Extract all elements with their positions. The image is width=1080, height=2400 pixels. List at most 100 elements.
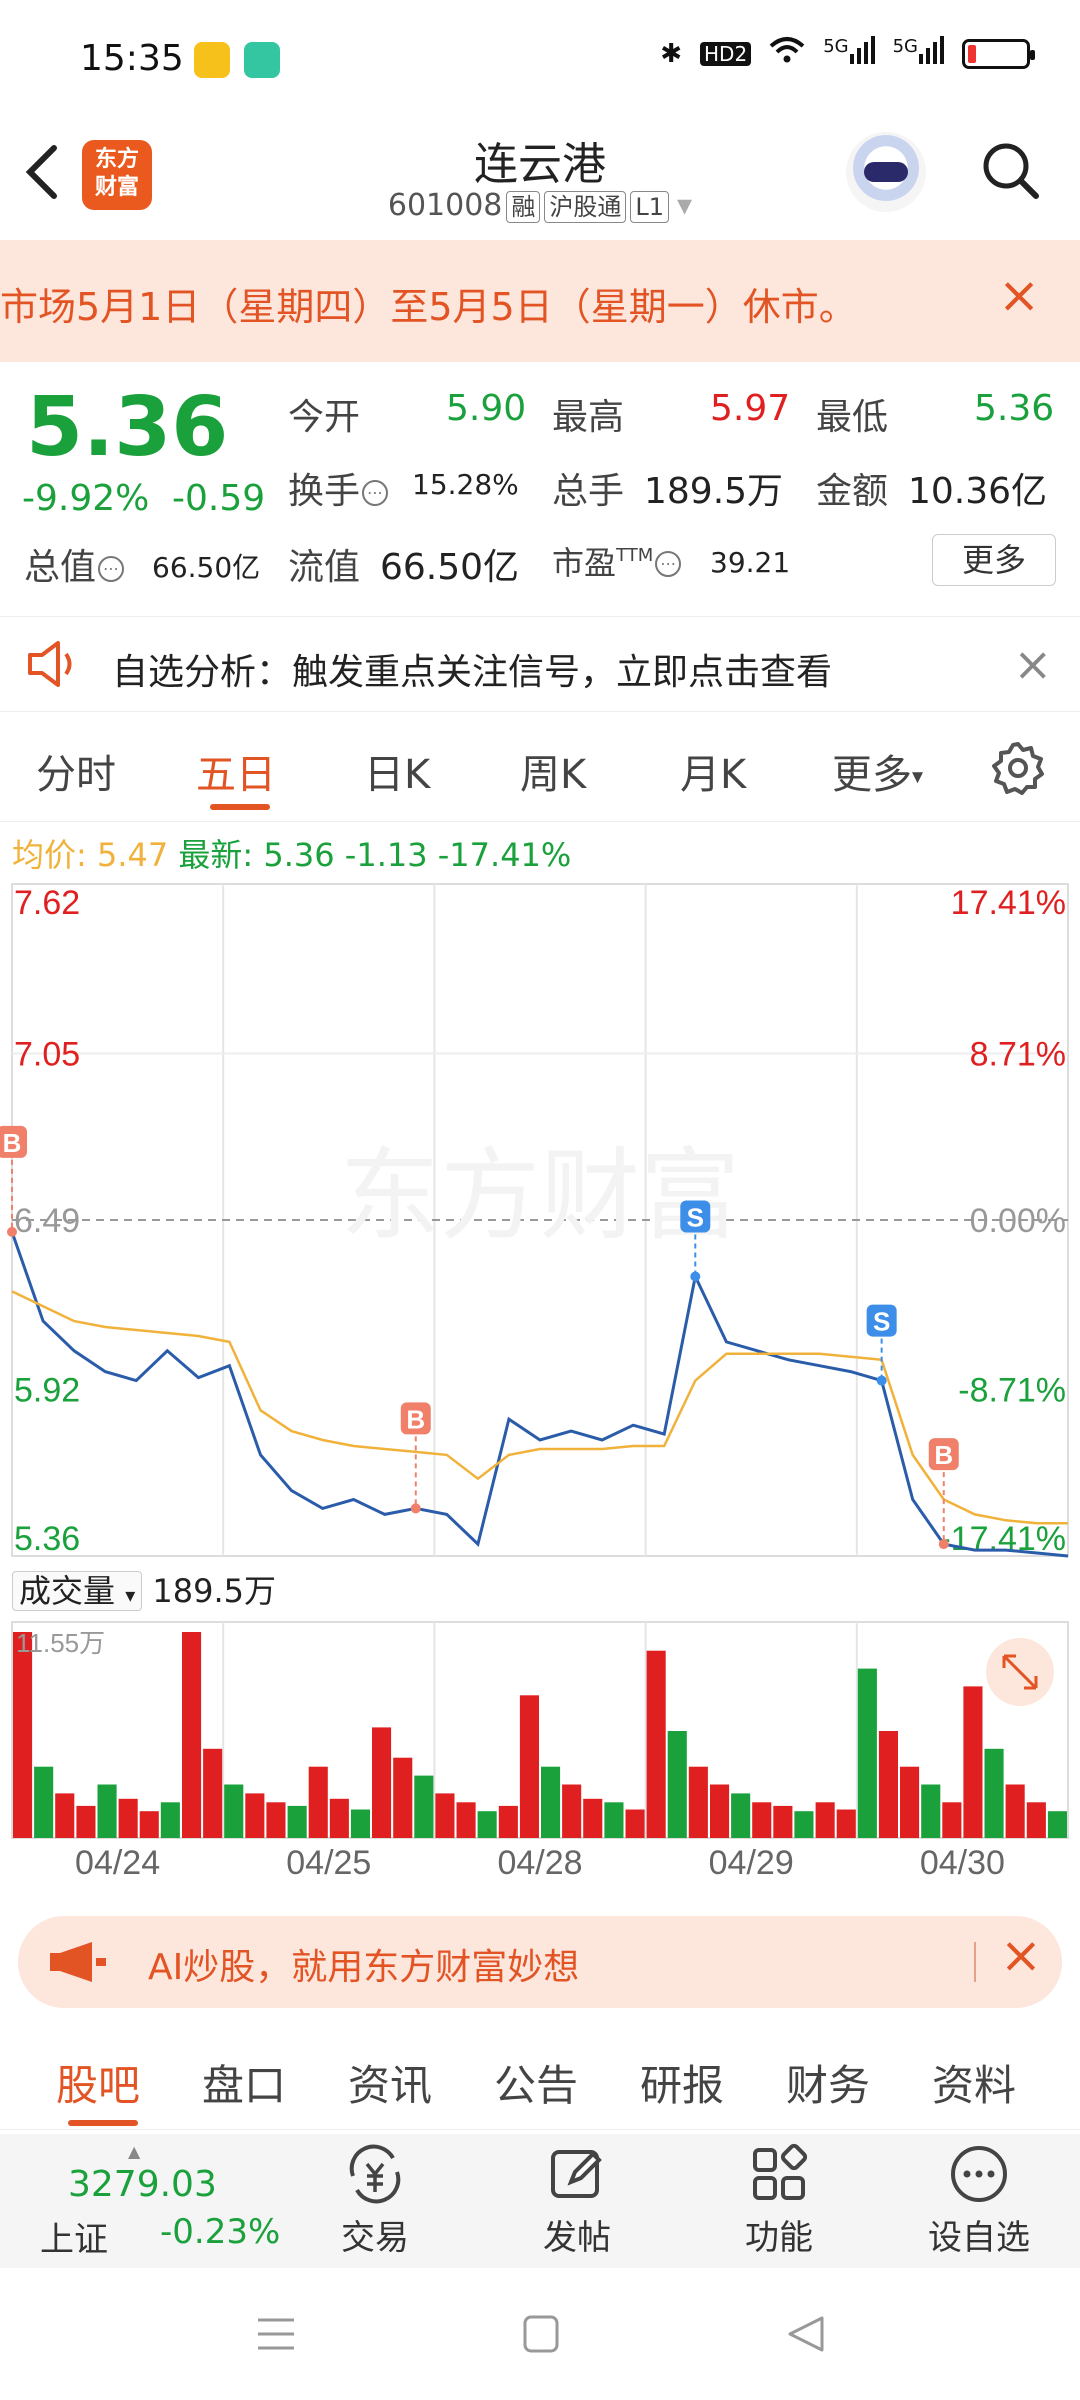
info-icon[interactable]: ⋯ bbox=[362, 480, 389, 506]
volume-bar bbox=[182, 1632, 202, 1838]
tab-daily-k[interactable]: 日K bbox=[364, 742, 430, 800]
five-day-chart[interactable]: 7.62 17.41% 7.05 8.71% 6.49 0.00% 5.92 -8.71% 5.… bbox=[0, 880, 1080, 1882]
x-tick-label: 04/28 bbox=[497, 1844, 582, 1880]
volume-total: 189.5万 bbox=[152, 1572, 277, 1610]
functions-button[interactable]: 功能 bbox=[714, 2138, 844, 2259]
quote-panel: 5.36 -9.92% -0.59 今开 5.90 最高 5.97 最低 5.3… bbox=[0, 362, 1080, 612]
chevron-down-icon[interactable]: ▾ bbox=[677, 188, 692, 223]
change-amount: -0.59 bbox=[172, 478, 266, 519]
signal-bar[interactable]: 自选分析：触发重点关注信号，立即点击查看 × bbox=[0, 616, 1080, 712]
more-quote-button[interactable]: 更多 bbox=[932, 534, 1056, 586]
volume-bar bbox=[984, 1748, 1004, 1838]
trade-button[interactable]: 交易 bbox=[310, 2138, 440, 2259]
menu-icon[interactable] bbox=[256, 2316, 296, 2356]
tab-finance[interactable]: 财务 bbox=[786, 2052, 870, 2113]
tab-news[interactable]: 资讯 bbox=[348, 2052, 432, 2113]
info-icon[interactable]: ⋯ bbox=[98, 556, 125, 582]
volume-bar bbox=[900, 1766, 920, 1838]
marker-label: B bbox=[3, 1128, 22, 1158]
volume-bar bbox=[625, 1809, 645, 1838]
status-bar: 15:35 ✱ HD2 5G 5G bbox=[0, 0, 1080, 120]
x-tick-label: 04/29 bbox=[709, 1844, 794, 1880]
bottom-toolbar: ▲ 3279.03 上证 -0.23% 交易 发帖 功能 设自选 bbox=[0, 2134, 1080, 2268]
volume-bar bbox=[752, 1802, 772, 1838]
volume-dropdown[interactable]: 成交量 ▾ bbox=[12, 1571, 143, 1611]
low-label: 最低 bbox=[816, 397, 889, 438]
volume-bar bbox=[456, 1802, 476, 1838]
chart-svg[interactable]: 7.62 17.41% 7.05 8.71% 6.49 0.00% 5.92 -8.71% 5.… bbox=[0, 880, 1080, 1882]
volume-bar bbox=[350, 1809, 370, 1838]
content-tabs: 股吧 盘口 资讯 公告 研报 财务 资料 bbox=[0, 2030, 1080, 2130]
search-icon[interactable] bbox=[980, 140, 1040, 200]
volume-bar bbox=[667, 1731, 687, 1838]
amount-value: 10.36亿 bbox=[908, 471, 1048, 512]
y-tick-label-right: 8.71% bbox=[970, 1035, 1066, 1073]
volume-bar bbox=[794, 1811, 814, 1838]
pe-label[interactable]: 市盈TTM ⋯ bbox=[552, 538, 682, 584]
tab-profile[interactable]: 资料 bbox=[932, 2052, 1016, 2113]
amount-label: 金额 bbox=[816, 471, 889, 512]
pe-sup: TTM bbox=[616, 545, 654, 566]
caret-up-icon: ▲ bbox=[128, 2142, 141, 2161]
volume-bar bbox=[878, 1731, 898, 1838]
marker-label: S bbox=[687, 1202, 704, 1232]
tab-more[interactable]: 更多▾ bbox=[832, 742, 923, 800]
tab-more-label: 更多 bbox=[832, 752, 912, 798]
holiday-notice[interactable]: 市场5月1日（星期四）至5月5日（星期一）休市。 × bbox=[0, 240, 1080, 362]
tab-pankou[interactable]: 盘口 bbox=[202, 2052, 286, 2113]
volume-bar bbox=[519, 1695, 539, 1838]
volume-bar bbox=[963, 1686, 983, 1838]
marker-label: B bbox=[934, 1440, 953, 1470]
post-button[interactable]: 发帖 bbox=[512, 2138, 642, 2259]
wifi-icon bbox=[769, 36, 805, 71]
tab-research[interactable]: 研报 bbox=[640, 2052, 724, 2113]
volume-bar bbox=[393, 1757, 413, 1838]
volume-bar bbox=[1047, 1811, 1067, 1838]
tab-five-day[interactable]: 五日 bbox=[196, 742, 276, 800]
volume-bar bbox=[118, 1798, 138, 1838]
trade-label: 交易 bbox=[341, 2218, 409, 2258]
notice-close-icon[interactable]: × bbox=[998, 270, 1040, 320]
open-label: 今开 bbox=[288, 397, 361, 438]
post-label: 发帖 bbox=[543, 2218, 611, 2258]
volume-bar bbox=[203, 1748, 223, 1838]
volume-bar bbox=[921, 1784, 941, 1838]
hd-icon: HD2 bbox=[700, 41, 752, 66]
info-icon[interactable]: ⋯ bbox=[655, 551, 682, 577]
ai-robot-icon[interactable] bbox=[846, 132, 926, 212]
price-line bbox=[10, 1231, 1069, 1558]
stock-header: 东方 财富 连云港 601008 融沪股通 L1 ▾ bbox=[0, 120, 1080, 240]
chart-settings-gear-icon[interactable] bbox=[990, 740, 1046, 800]
connect-tag: 沪股通 bbox=[544, 191, 627, 223]
ai-banner[interactable]: AI炒股，就用东方财富妙想 × bbox=[18, 1916, 1062, 2008]
volume-bar bbox=[76, 1805, 96, 1838]
ai-banner-close-icon[interactable]: × bbox=[1000, 1930, 1042, 1980]
megaphone-icon bbox=[48, 1940, 112, 1988]
signal-5g-icon: 5G bbox=[823, 36, 875, 71]
signal-close-icon[interactable]: × bbox=[1013, 637, 1052, 691]
current-price: 5.36 bbox=[26, 380, 229, 475]
add-watchlist-button[interactable]: 设自选 bbox=[914, 2138, 1044, 2259]
back-nav-icon[interactable] bbox=[786, 2314, 826, 2358]
signal-5g-icon: 5G bbox=[893, 36, 944, 71]
tab-announcements[interactable]: 公告 bbox=[494, 2052, 578, 2113]
tab-weekly-k[interactable]: 周K bbox=[520, 742, 586, 800]
volume-bar bbox=[731, 1793, 751, 1838]
tab-guba[interactable]: 股吧 bbox=[56, 2052, 140, 2113]
home-icon[interactable] bbox=[522, 2314, 560, 2358]
tab-intraday[interactable]: 分时 bbox=[36, 742, 116, 800]
level-tag: L1 bbox=[630, 191, 670, 223]
turnover-label[interactable]: 换手 ⋯ bbox=[288, 462, 389, 514]
y-tick-label-right: 17.41% bbox=[951, 884, 1066, 922]
volume-bar bbox=[857, 1668, 877, 1838]
y-tick-label-left: 7.62 bbox=[14, 884, 80, 922]
index-widget[interactable]: ▲ 3279.03 上证 -0.23% bbox=[26, 2142, 286, 2262]
tab-monthly-k[interactable]: 月K bbox=[680, 742, 746, 800]
volume-bar bbox=[498, 1805, 518, 1838]
y-tick-label-left: 5.36 bbox=[14, 1520, 80, 1558]
volume-bar bbox=[646, 1650, 666, 1838]
mktcap-value: 66.50亿 bbox=[152, 551, 261, 584]
mktcap-label[interactable]: 总值 ⋯ bbox=[24, 538, 125, 590]
volume-selector[interactable]: 成交量 ▾ 189.5万 bbox=[12, 1566, 276, 1612]
y-tick-label-left: 7.05 bbox=[14, 1035, 80, 1073]
